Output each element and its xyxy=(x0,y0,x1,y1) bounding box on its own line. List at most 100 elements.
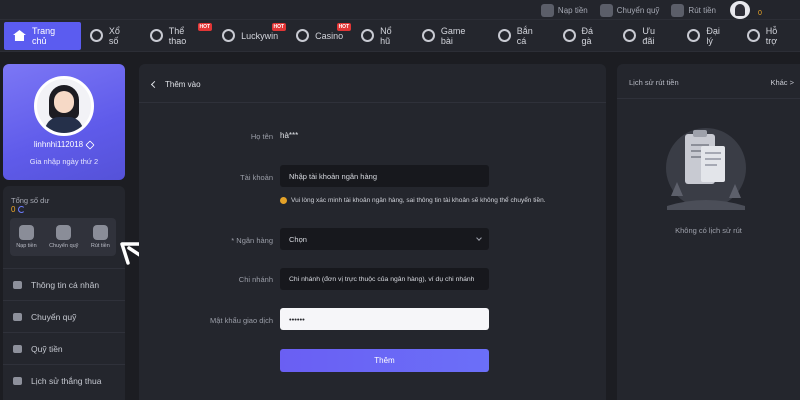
nav-luckywin[interactable]: Luckywin HOT xyxy=(213,20,287,52)
username-text: linhnhi112018 xyxy=(33,140,84,149)
bank-select[interactable]: Chọn xyxy=(280,228,489,250)
menu-item-label: Quỹ tiền xyxy=(31,343,63,354)
nav-lottery[interactable]: Xổ số xyxy=(81,20,141,52)
quick-withdraw-button[interactable]: Rút tiền xyxy=(91,225,110,249)
top-deposit-label: Nạp tiền xyxy=(557,5,588,15)
bank-value: Chọn xyxy=(289,234,307,244)
history-more-link[interactable]: Khác > xyxy=(770,78,794,87)
nav-label: Casino xyxy=(315,30,344,41)
quick-deposit-button[interactable]: Nạp tiền xyxy=(16,225,37,249)
hot-badge: HOT xyxy=(271,22,287,31)
nav-sports[interactable]: Thể thao HOT xyxy=(141,20,213,52)
chevron-down-icon xyxy=(476,235,482,241)
nav-promotions[interactable]: Ưu đãi xyxy=(614,20,678,52)
account-placeholder: Nhập tài khoản ngân hàng xyxy=(289,171,377,181)
hot-badge: HOT xyxy=(197,22,213,31)
balance-label: Tổng số dư xyxy=(11,196,50,205)
chevron-left-icon xyxy=(150,80,159,89)
rooster-icon xyxy=(562,29,576,42)
add-bank-form: Thêm vào Họ tên hà*** Tài khoản Nhập tài… xyxy=(139,64,606,400)
balance-value: 0 xyxy=(11,205,26,214)
menu-item-history[interactable]: Lịch sử thắng thua xyxy=(3,364,125,396)
divider xyxy=(139,102,606,103)
top-utility-bar: Nạp tiền Chuyển quỹ Rút tiền 0 xyxy=(0,0,800,20)
branch-label: Chi nhánh xyxy=(238,275,273,284)
menu-item-funds[interactable]: Quỹ tiền xyxy=(3,332,125,364)
user-icon xyxy=(13,280,22,289)
quick-transfer-button[interactable]: Chuyển quỹ xyxy=(49,225,78,249)
nav-label: Xổ số xyxy=(108,25,120,46)
name-value: hà*** xyxy=(280,131,299,140)
warning-text: Vui lòng xác minh tài khoản ngân hàng, s… xyxy=(291,197,546,204)
withdraw-history-panel: Lịch sử rút tiền Khác > Không có lịch sử… xyxy=(617,64,800,400)
home-icon xyxy=(13,30,26,41)
menu-item-transfer[interactable]: Chuyển quỹ xyxy=(3,300,125,332)
top-withdraw-label: Rút tiền xyxy=(688,5,716,15)
menu-item-label: Lịch sử thắng thua xyxy=(31,375,102,386)
play-icon xyxy=(296,29,310,42)
soccer-ball-icon xyxy=(149,29,163,42)
nav-agent[interactable]: Đại lý xyxy=(678,20,737,52)
avatar-body xyxy=(45,117,83,133)
avatar-face xyxy=(54,91,74,113)
menu-item-label: Chuyển quỹ xyxy=(31,311,77,322)
name-label: Họ tên xyxy=(250,132,273,141)
back-label: Thêm vào xyxy=(165,80,201,89)
top-balance: 0 xyxy=(758,10,762,17)
nav-label: Ưu đãi xyxy=(642,25,656,46)
pin-input[interactable]: •••••• xyxy=(280,308,489,330)
top-transfer-button[interactable]: Chuyển quỹ xyxy=(599,3,659,17)
nav-label: Trang chủ xyxy=(31,25,56,46)
account-menu: Thông tin cá nhân Chuyển quỹ Quỹ tiền Lị… xyxy=(3,268,125,396)
nav-label: Game bài xyxy=(440,25,466,46)
hot-badge: HOT xyxy=(336,22,352,31)
warning-note: Vui lòng xác minh tài khoản ngân hàng, s… xyxy=(280,197,546,204)
account-input[interactable]: Nhập tài khoản ngân hàng xyxy=(280,165,489,187)
edit-pencil-icon[interactable] xyxy=(85,140,95,150)
quick-actions: Nạp tiền Chuyển quỹ Rút tiền xyxy=(10,218,116,256)
nav-slots[interactable]: Nổ hũ xyxy=(352,20,413,52)
nav-support[interactable]: Hỗ trợ xyxy=(738,20,800,52)
transfer-icon xyxy=(599,3,613,17)
nav-label: Đá gà xyxy=(581,25,594,46)
branch-input[interactable]: Chi nhánh (đơn vị trực thuộc của ngân hà… xyxy=(280,268,489,290)
warning-icon xyxy=(280,197,287,204)
luckywin-icon xyxy=(222,29,236,42)
menu-item-profile[interactable]: Thông tin cá nhân xyxy=(3,268,125,300)
quick-deposit-label: Nạp tiền xyxy=(16,243,37,249)
profile-username: linhnhi112018 xyxy=(0,140,128,150)
fish-icon xyxy=(497,29,511,42)
back-button[interactable]: Thêm vào xyxy=(150,80,201,89)
agent-icon xyxy=(687,29,701,42)
history-empty-text: Không có lịch sử rút xyxy=(675,226,742,235)
user-avatar-small[interactable] xyxy=(730,1,750,19)
avatar[interactable] xyxy=(34,76,94,136)
menu-item-label: Thông tin cá nhân xyxy=(31,279,100,290)
add-button[interactable]: Thêm xyxy=(280,349,489,372)
account-sidebar: Tổng số dư 0 Nạp tiền Chuyển quỹ Rút tiề… xyxy=(3,186,125,400)
nav-home[interactable]: Trang chủ xyxy=(4,21,81,50)
nav-card-games[interactable]: Game bài xyxy=(413,20,489,52)
nav-cockfight[interactable]: Đá gà xyxy=(554,20,615,52)
history-title: Lịch sử rút tiền xyxy=(629,78,679,87)
funds-icon xyxy=(13,344,22,353)
cards-icon xyxy=(421,29,435,42)
nav-label: Đại lý xyxy=(706,25,720,46)
top-actions: Nạp tiền Chuyển quỹ Rút tiền xyxy=(540,0,716,20)
pin-value: •••••• xyxy=(289,314,305,324)
nav-casino[interactable]: Casino HOT xyxy=(287,20,352,52)
nav-label: Hỗ trợ xyxy=(765,25,778,46)
nav-label: Luckywin xyxy=(241,30,279,41)
pin-label: Mật khẩu giao dịch xyxy=(210,316,273,325)
top-deposit-button[interactable]: Nạp tiền xyxy=(540,3,588,17)
main-nav: Trang chủ Xổ số Thể thao HOT Luckywin HO… xyxy=(0,20,800,52)
nav-fishing[interactable]: Bắn cá xyxy=(489,20,554,52)
refresh-icon[interactable] xyxy=(18,206,26,213)
transfer-icon xyxy=(56,225,72,240)
history-icon xyxy=(13,376,22,385)
empty-clipboard-icon xyxy=(666,128,746,210)
nav-label: Nổ hũ xyxy=(380,25,392,46)
quick-withdraw-label: Rút tiền xyxy=(90,243,110,249)
divider xyxy=(617,98,800,99)
top-withdraw-button[interactable]: Rút tiền xyxy=(671,3,716,17)
